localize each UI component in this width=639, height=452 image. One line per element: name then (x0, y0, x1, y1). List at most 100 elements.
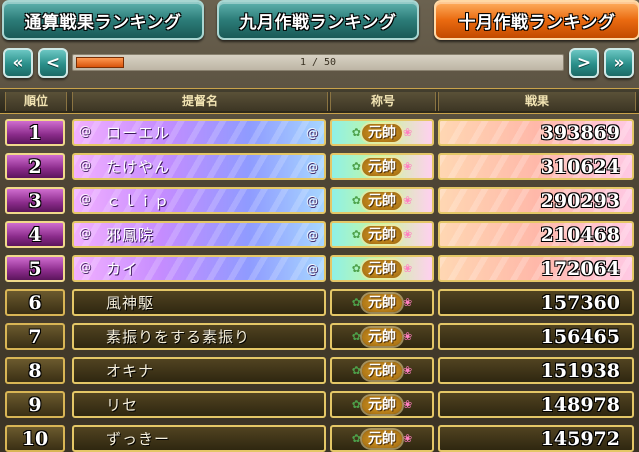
leaf-icon: ✿ (351, 364, 361, 377)
rank-title-badge: 元帥 (362, 293, 402, 312)
ranking-tabs: 通算戦果ランキング 九月作戦ランキング 十月作戦ランキング (0, 0, 639, 40)
ranking-screen: 通算戦果ランキング 九月作戦ランキング 十月作戦ランキング « < 1 / 50… (0, 0, 639, 452)
admiral-name: 風神駆 (106, 294, 155, 312)
score-cell: 157360 (438, 289, 634, 316)
table-row[interactable]: 8 オキナ ✿ 元帥 ❀ 151938 (0, 355, 639, 385)
admiral-name-cell: @ ローエル @ (72, 119, 326, 146)
page-indicator: 1 / 50 (299, 57, 337, 68)
rank-cell: 9 (5, 391, 65, 418)
admiral-name: カイ (106, 260, 139, 278)
rank-title-badge: 元帥 (362, 361, 402, 380)
table-row[interactable]: 4 @ 邪鳳院 @ ✿ 元帥 ❀ 210468 (0, 219, 639, 249)
table-row[interactable]: 5 @ カイ @ ✿ 元帥 ❀ 172064 (0, 253, 639, 283)
title-column-header: 称号 (330, 92, 436, 111)
pager: « < 1 / 50 > » (0, 44, 639, 82)
flower-icon: ❀ (403, 228, 413, 241)
score-cell: 172064 (438, 255, 634, 282)
admiral-name: 邪鳳院 (106, 226, 155, 244)
score-cell: 156465 (438, 323, 634, 350)
leaf-icon: ✿ (351, 262, 361, 275)
title-cell: ✿ 元帥 ❀ (330, 391, 434, 418)
flower-icon: ❀ (403, 194, 413, 207)
flower-icon: ❀ (403, 126, 413, 139)
table-row[interactable]: 2 @ たけやん @ ✿ 元帥 ❀ 310624 (0, 151, 639, 181)
title-cell: ✿ 元帥 ❀ (330, 187, 434, 214)
table-row[interactable]: 6 風神駆 ✿ 元帥 ❀ 157360 (0, 287, 639, 317)
admiral-name-cell: @ カイ @ (72, 255, 326, 282)
title-cell: ✿ 元帥 ❀ (330, 255, 434, 282)
admiral-name-cell: オキナ (72, 357, 326, 384)
flower-icon: ❀ (403, 398, 413, 411)
leaf-icon: ✿ (351, 160, 361, 173)
double-chevron-right-icon: » (613, 53, 625, 73)
leaf-icon: ✿ (351, 194, 361, 207)
rank-cell: 5 (5, 255, 65, 282)
leaf-icon: ✿ (351, 228, 361, 241)
rank-cell: 2 (5, 153, 65, 180)
swirl-icon: @ (79, 192, 92, 206)
first-page-button[interactable]: « (3, 48, 33, 78)
page-progress-bar[interactable]: 1 / 50 (72, 54, 564, 71)
admiral-name-cell: 素振りをする素振り (72, 323, 326, 350)
table-row[interactable]: 10 ずっきー ✿ 元帥 ❀ 145972 (0, 423, 639, 452)
prev-page-button[interactable]: < (38, 48, 68, 78)
flower-icon: ❀ (403, 432, 413, 445)
name-column-header: 提督名 (72, 92, 328, 111)
score-cell: 290293 (438, 187, 634, 214)
tab-total-ranking[interactable]: 通算戦果ランキング (2, 0, 204, 40)
title-cell: ✿ 元帥 ❀ (330, 357, 434, 384)
swirl-icon: @ (79, 124, 92, 138)
table-row[interactable]: 9 リセ ✿ 元帥 ❀ 148978 (0, 389, 639, 419)
title-cell: ✿ 元帥 ❀ (330, 323, 434, 350)
table-row[interactable]: 3 @ ｃｌｉｐ @ ✿ 元帥 ❀ 290293 (0, 185, 639, 215)
swirl-icon: @ (306, 126, 319, 140)
score-cell: 393869 (438, 119, 634, 146)
rank-column-header: 順位 (5, 92, 67, 111)
rank-cell: 7 (5, 323, 65, 350)
title-cell: ✿ 元帥 ❀ (330, 425, 434, 452)
last-page-button[interactable]: » (604, 48, 634, 78)
admiral-name: オキナ (106, 362, 155, 380)
score-cell: 310624 (438, 153, 634, 180)
chevron-right-icon: > (576, 53, 592, 73)
flower-icon: ❀ (403, 160, 413, 173)
leaf-icon: ✿ (351, 296, 361, 309)
admiral-name: リセ (106, 396, 139, 414)
score-cell: 148978 (438, 391, 634, 418)
table-row[interactable]: 1 @ ローエル @ ✿ 元帥 ❀ 393869 (0, 117, 639, 147)
admiral-name: ローエル (106, 124, 171, 142)
admiral-name-cell: @ 邪鳳院 @ (72, 221, 326, 248)
tab-october-ranking[interactable]: 十月作戦ランキング (434, 0, 639, 40)
swirl-icon: @ (306, 160, 319, 174)
flower-icon: ❀ (403, 262, 413, 275)
swirl-icon: @ (306, 194, 319, 208)
rank-cell: 8 (5, 357, 65, 384)
rank-title-badge: 元帥 (362, 157, 402, 176)
rank-title-badge: 元帥 (362, 429, 402, 448)
admiral-name-cell: 風神駆 (72, 289, 326, 316)
score-cell: 210468 (438, 221, 634, 248)
title-cell: ✿ 元帥 ❀ (330, 289, 434, 316)
rank-title-badge: 元帥 (362, 395, 402, 414)
leaf-icon: ✿ (351, 330, 361, 343)
admiral-name-cell: @ ｃｌｉｐ @ (72, 187, 326, 214)
score-cell: 151938 (438, 357, 634, 384)
flower-icon: ❀ (403, 330, 413, 343)
double-chevron-left-icon: « (12, 53, 24, 73)
swirl-icon: @ (79, 226, 92, 240)
rank-cell: 1 (5, 119, 65, 146)
swirl-icon: @ (79, 260, 92, 274)
rank-title-badge: 元帥 (362, 123, 402, 142)
tab-september-ranking[interactable]: 九月作戦ランキング (217, 0, 419, 40)
table-row[interactable]: 7 素振りをする素振り ✿ 元帥 ❀ 156465 (0, 321, 639, 351)
admiral-name: ずっきー (106, 430, 171, 448)
leaf-icon: ✿ (351, 126, 361, 139)
admiral-name-cell: @ たけやん @ (72, 153, 326, 180)
admiral-name: 素振りをする素振り (106, 328, 251, 346)
next-page-button[interactable]: > (569, 48, 599, 78)
admiral-name: ｃｌｉｐ (106, 192, 171, 210)
admiral-name-cell: ずっきー (72, 425, 326, 452)
swirl-icon: @ (306, 228, 319, 242)
rank-cell: 4 (5, 221, 65, 248)
flower-icon: ❀ (403, 364, 413, 377)
